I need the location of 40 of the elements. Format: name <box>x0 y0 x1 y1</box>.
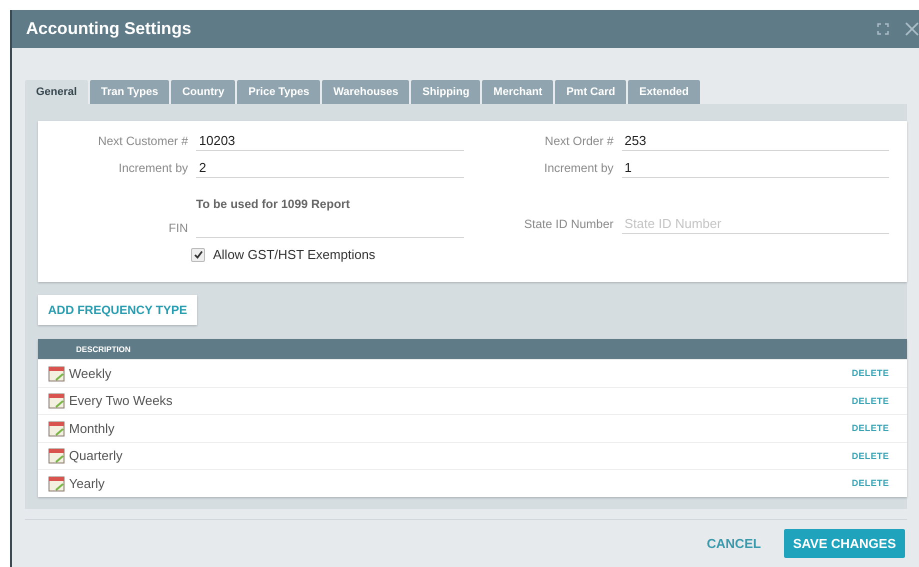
tab[interactable]: Pmt Card <box>555 80 626 104</box>
table-cell-text: Every Two Weeks <box>69 393 174 408</box>
field-label: Next Order # <box>544 134 614 150</box>
calendar-icon <box>48 474 65 492</box>
field-label: Increment by <box>543 161 614 177</box>
tab[interactable]: Tran Types <box>90 80 170 104</box>
field-label: FIN <box>168 221 188 237</box>
table-cell-text: Yearly <box>69 476 106 491</box>
add-frequency-button[interactable]: ADD FREQUENCY TYPE <box>38 295 198 325</box>
checkbox-label: Allow GST/HST Exemptions <box>213 247 376 262</box>
column-header: DESCRIPTION <box>38 339 907 359</box>
table-cell-text: Monthly <box>69 420 116 436</box>
calendar-icon <box>48 447 65 464</box>
field-label: Increment by <box>118 161 188 177</box>
window-title: Accounting Settings <box>26 19 192 39</box>
tab[interactable]: Extended <box>628 80 700 104</box>
tab[interactable]: Country <box>171 80 236 104</box>
field-label: Next Customer # <box>96 134 188 150</box>
save-button[interactable]: SAVE CHANGES <box>784 529 905 558</box>
field-label: State ID Number <box>523 217 614 233</box>
tab[interactable]: General <box>25 80 88 104</box>
tab[interactable]: Price Types <box>237 80 320 104</box>
calendar-icon <box>48 420 65 437</box>
delete-link[interactable]: DELETE <box>852 450 889 461</box>
delete-link[interactable]: DELETE <box>852 478 889 488</box>
calendar-icon <box>48 392 65 410</box>
maximize-icon[interactable] <box>877 23 889 35</box>
delete-link[interactable]: DELETE <box>852 368 889 378</box>
table-cell-text: Quarterly <box>69 448 124 464</box>
fin-note: To be used for 1099 Report <box>196 197 351 211</box>
cancel-button[interactable]: CANCEL <box>698 529 770 558</box>
tab[interactable]: Shipping <box>411 80 480 104</box>
delete-link[interactable]: DELETE <box>852 396 889 406</box>
close-icon[interactable] <box>905 22 919 36</box>
checkbox[interactable] <box>191 248 205 262</box>
delete-link[interactable]: DELETE <box>852 423 889 434</box>
table-cell-text: Weekly <box>69 366 112 381</box>
tab[interactable]: Warehouses <box>322 80 410 104</box>
tab[interactable]: Merchant <box>482 80 554 104</box>
calendar-icon <box>48 364 65 382</box>
